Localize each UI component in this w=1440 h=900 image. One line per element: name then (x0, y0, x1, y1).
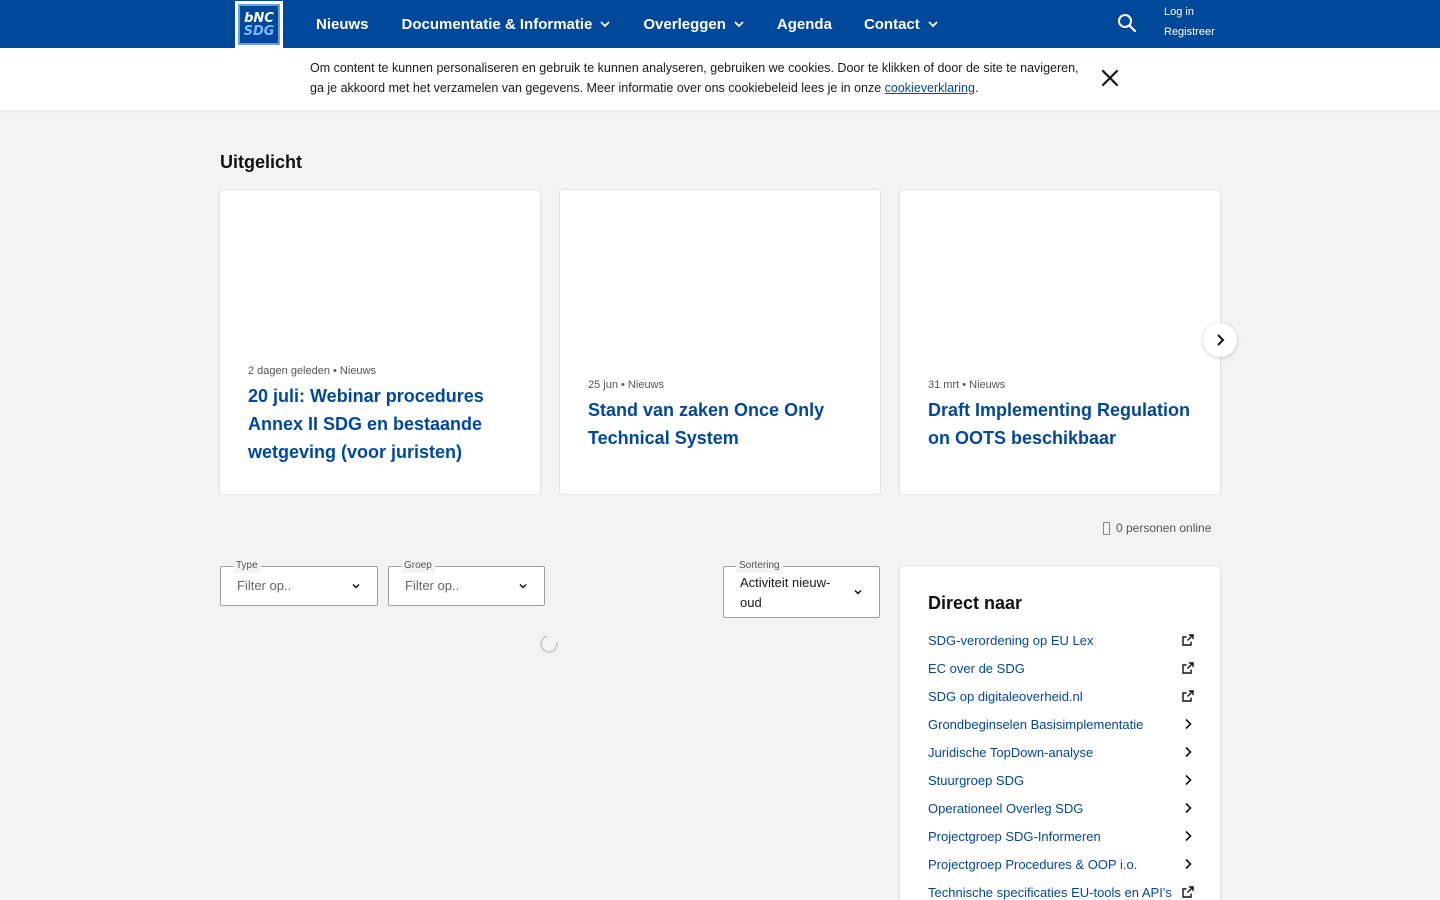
loading-spinner (536, 631, 562, 657)
nav-label: Nieuws (316, 15, 369, 33)
chevron-down-icon (928, 21, 938, 28)
featured-title: Uitgelicht (220, 152, 303, 172)
direct-link-item[interactable]: SDG op digitaleoverheid.nl (928, 682, 1194, 710)
login-link[interactable]: Log in (1164, 4, 1215, 20)
external-link-icon (1182, 662, 1194, 674)
search-icon[interactable] (1116, 12, 1138, 34)
groep-filter[interactable]: Groep Filter op.. (388, 559, 545, 606)
nav-item-documentatie[interactable]: Documentatie & Informatie (402, 16, 612, 33)
logo-mark: bNC SDG (238, 4, 280, 45)
chevron-down-icon (519, 583, 527, 589)
direct-links-list: SDG-verordening op EU Lex EC over de SDG S… (928, 626, 1194, 900)
featured-card[interactable]: 2 dagen geleden • Nieuws 20 juli: Webina… (219, 189, 541, 495)
nav-item-nieuws[interactable]: Nieuws (316, 16, 369, 33)
cookie-policy-link[interactable]: cookieverklaring (885, 81, 975, 95)
direct-link-item[interactable]: Grondbeginselen Basisimplementatie (928, 710, 1194, 738)
cookie-banner: Om content te kunnen personaliseren en g… (0, 48, 1440, 110)
chevron-right-icon (1185, 774, 1192, 786)
nav-label: Documentatie & Informatie (401, 15, 593, 33)
nav-item-agenda[interactable]: Agenda (777, 16, 832, 33)
chevron-right-icon (1185, 858, 1192, 870)
direct-link-item[interactable]: Juridische TopDown-analyse (928, 738, 1194, 766)
auth-links: Log in Registreer (1164, 4, 1215, 40)
direct-link-item[interactable]: Stuurgroep SDG (928, 766, 1194, 794)
direct-link-item[interactable]: Projectgroep SDG-Informeren (928, 822, 1194, 850)
sort-select[interactable]: Sortering Activiteit nieuw-oud (723, 559, 880, 618)
chevron-down-icon (352, 583, 360, 589)
direct-link-item[interactable]: Projectgroep Procedures & OOP i.o. (928, 850, 1194, 878)
direct-link-label: Grondbeginselen Basisimplementatie (928, 716, 1144, 732)
filter-legend: Type (233, 559, 261, 573)
nav-item-overleggen[interactable]: Overleggen (643, 16, 745, 33)
card-meta: 2 dagen geleden • Nieuws (248, 365, 376, 377)
nav-item-contact[interactable]: Contact (864, 16, 939, 33)
direct-links-panel: Direct naar SDG-verordening op EU Lex EC … (899, 565, 1221, 900)
filter-legend: Groep (401, 559, 435, 573)
cookie-suffix: . (974, 81, 979, 95)
logo-text-bottom: SDG (243, 23, 275, 39)
nav-label: Agenda (776, 15, 832, 33)
main-nav: Nieuws Documentatie & Informatie Overleg… (316, 0, 939, 48)
direct-link-item[interactable]: Operationeel Overleg SDG (928, 794, 1194, 822)
direct-title: Direct naar (928, 593, 1023, 613)
person-icon (1103, 521, 1110, 535)
filter-placeholder: Filter op.. (237, 578, 292, 593)
direct-link-label: Operationeel Overleg SDG (928, 800, 1084, 816)
card-meta: 25 jun • Nieuws (588, 379, 665, 391)
direct-link-label: SDG op digitaleoverheid.nl (928, 688, 1083, 704)
chevron-right-icon (1217, 334, 1225, 346)
direct-link-label: Projectgroep SDG-Informeren (928, 828, 1101, 844)
direct-link-item[interactable]: SDG-verordening op EU Lex (928, 626, 1194, 654)
chevron-down-icon (734, 21, 744, 28)
logo-text-top: bNC (244, 10, 274, 26)
carousel-next-button[interactable] (1203, 323, 1237, 357)
chevron-down-icon (854, 589, 862, 595)
external-link-icon (1182, 690, 1194, 702)
direct-link-label: EC over de SDG (928, 660, 1025, 676)
direct-link-item[interactable]: EC over de SDG (928, 654, 1194, 682)
featured-card[interactable]: 25 jun • Nieuws Stand van zaken Once Onl… (559, 189, 881, 495)
chevron-down-icon (600, 21, 611, 28)
site-logo[interactable]: bNC SDG (235, 1, 283, 48)
online-count: 0 personen online (1103, 521, 1211, 535)
register-link[interactable]: Registreer (1164, 24, 1215, 40)
card-title[interactable]: Draft Implementing Regulation on OOTS be… (928, 396, 1198, 452)
site-header: bNC SDG Nieuws Documentatie & Informatie… (0, 0, 1440, 48)
sort-value: Activiteit nieuw-oud (740, 575, 831, 610)
direct-link-label: Technische specificaties EU-tools en API… (928, 884, 1172, 900)
direct-link-label: SDG-verordening op EU Lex (928, 632, 1094, 648)
chevron-right-icon (1185, 746, 1192, 758)
direct-link-label: Projectgroep Procedures & OOP i.o. (928, 856, 1138, 872)
filter-placeholder: Filter op.. (405, 578, 460, 593)
type-filter[interactable]: Type Filter op.. (220, 559, 378, 606)
card-title[interactable]: Stand van zaken Once Only Technical Syst… (588, 396, 858, 452)
chevron-right-icon (1185, 802, 1192, 814)
direct-link-label: Stuurgroep SDG (928, 772, 1025, 788)
close-icon[interactable] (1100, 68, 1120, 88)
card-title[interactable]: 20 juli: Webinar procedures Annex II SDG… (248, 382, 518, 466)
card-meta: 31 mrt • Nieuws (928, 379, 1006, 391)
online-text: 0 personen online (1116, 521, 1212, 535)
nav-label: Contact (863, 15, 920, 33)
featured-card[interactable]: 31 mrt • Nieuws Draft Implementing Regul… (899, 189, 1221, 495)
chevron-right-icon (1185, 718, 1192, 730)
external-link-icon (1182, 634, 1194, 646)
filter-legend: Sortering (736, 559, 783, 573)
direct-link-label: Juridische TopDown-analyse (928, 744, 1094, 760)
chevron-right-icon (1185, 830, 1192, 842)
cookie-text: Om content te kunnen personaliseren en g… (310, 58, 1080, 98)
direct-link-item[interactable]: Technische specificaties EU-tools en API… (928, 878, 1194, 900)
nav-label: Overleggen (643, 15, 726, 33)
external-link-icon (1182, 886, 1194, 898)
